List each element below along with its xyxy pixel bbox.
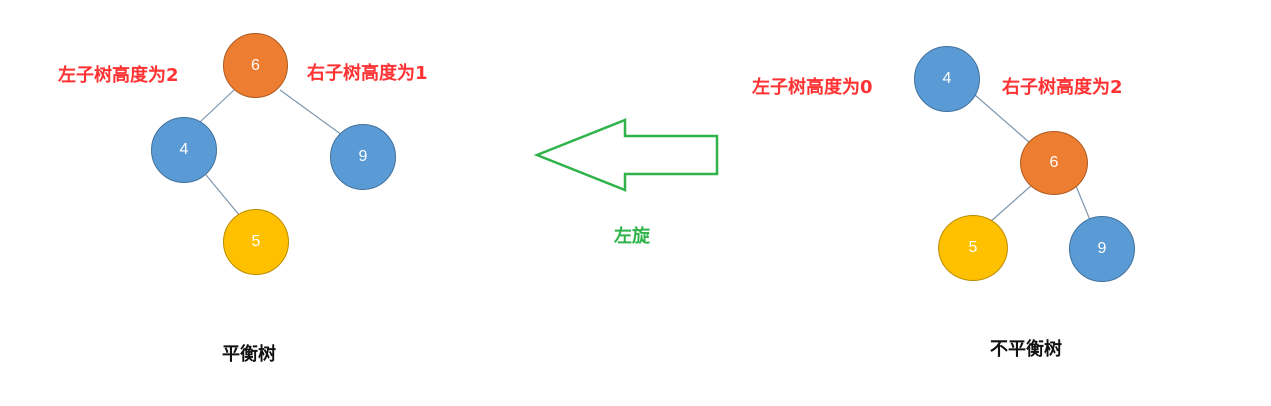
unbalanced-right-left-node: 5 <box>938 215 1008 281</box>
rotation-label: 左旋 <box>614 226 650 247</box>
arrow-left-icon <box>533 118 719 192</box>
edge-6-5 <box>989 184 1033 223</box>
edge-4-5 <box>205 174 241 217</box>
balanced-right-height-note: 右子树高度为1 <box>307 63 428 84</box>
node-value: 9 <box>358 148 368 165</box>
unbalanced-root-node: 4 <box>914 46 980 112</box>
edge-6-9 <box>279 89 343 136</box>
balanced-left-node: 4 <box>151 117 217 183</box>
unbalanced-tree-caption: 不平衡树 <box>990 339 1062 360</box>
avl-rotation-diagram: 6 4 9 5 左子树高度为2 右子树高度为1 平衡树 左旋 4 6 5 9 左… <box>0 0 1271 406</box>
node-value: 9 <box>1097 240 1107 257</box>
edge-4-6 <box>974 94 1031 144</box>
unbalanced-left-height-note: 左子树高度为0 <box>752 77 873 98</box>
node-value: 6 <box>251 56 260 74</box>
balanced-left-height-note: 左子树高度为2 <box>58 65 179 86</box>
node-value: 5 <box>968 239 978 256</box>
tree-edges <box>199 89 1091 223</box>
unbalanced-right-right-node: 9 <box>1069 216 1135 282</box>
node-value: 4 <box>179 141 189 158</box>
edge-6-4 <box>199 89 235 123</box>
balanced-left-right-node: 5 <box>223 209 289 275</box>
balanced-root-node: 6 <box>223 33 288 98</box>
balanced-right-node: 9 <box>330 124 396 190</box>
node-value: 5 <box>251 233 261 250</box>
edge-6-9 <box>1075 185 1091 221</box>
unbalanced-right-node: 6 <box>1020 131 1088 195</box>
node-value: 6 <box>1049 154 1059 171</box>
unbalanced-right-height-note: 右子树高度为2 <box>1002 77 1123 98</box>
balanced-tree-caption: 平衡树 <box>222 344 276 365</box>
node-value: 4 <box>942 70 952 87</box>
